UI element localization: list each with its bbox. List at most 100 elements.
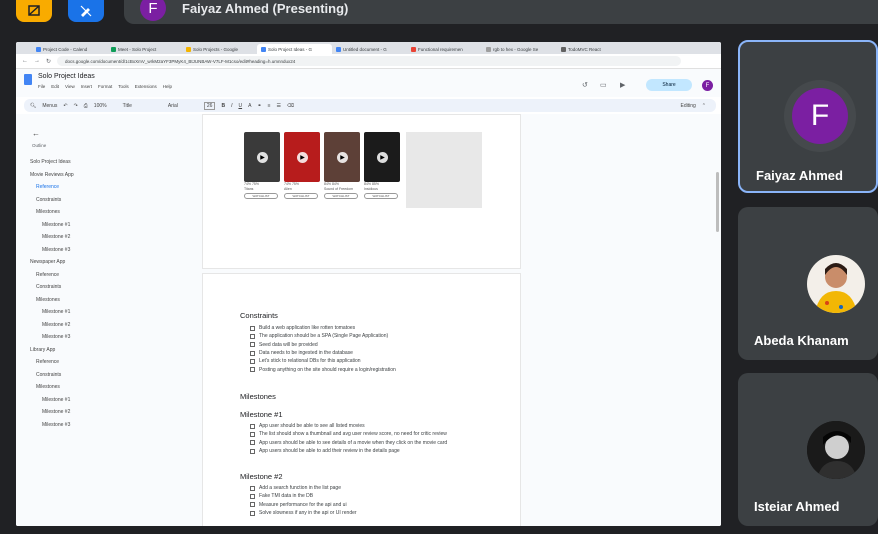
font-select[interactable]: Arial xyxy=(168,103,178,109)
history-icon[interactable]: ↺ xyxy=(582,81,588,89)
meet-video-icon[interactable]: ▶ xyxy=(620,81,625,89)
menu-help[interactable]: Help xyxy=(163,84,172,89)
participant-tile-isteiar[interactable]: Isteiar Ahmed xyxy=(738,373,878,526)
watchlist-button[interactable]: WATCHLIST xyxy=(364,193,398,199)
share-button[interactable]: Share xyxy=(646,79,692,91)
outline-item[interactable]: Milestone #2 xyxy=(26,319,196,332)
outline-item[interactable]: Milestone #2 xyxy=(26,406,196,419)
checkbox[interactable] xyxy=(250,423,255,429)
outline-item[interactable]: Library App xyxy=(26,344,196,357)
menu-insert[interactable]: Insert xyxy=(81,84,92,89)
doc-scrollbar[interactable] xyxy=(716,172,719,232)
reload-icon[interactable]: ↻ xyxy=(46,58,51,65)
raise-hand-button[interactable] xyxy=(16,0,52,22)
browser-tab[interactable]: TodoMVC React xyxy=(557,44,632,54)
checkbox[interactable] xyxy=(250,350,255,356)
outline-item[interactable]: Milestone #3 xyxy=(26,331,196,344)
annotate-button[interactable] xyxy=(68,0,104,22)
style-select[interactable]: Title xyxy=(123,103,132,109)
outline-item[interactable]: Milestones xyxy=(26,294,196,307)
checkbox[interactable] xyxy=(250,493,255,499)
movie-card[interactable]: ▶ 84% 84% Sound of Freedom WATCHLIST xyxy=(324,132,360,199)
checkbox[interactable] xyxy=(250,448,255,454)
checkbox[interactable] xyxy=(250,440,255,446)
outline-item[interactable]: Reference xyxy=(26,181,196,194)
watchlist-button[interactable]: WATCHLIST xyxy=(324,193,358,199)
zoom-select[interactable]: 100% xyxy=(94,103,107,109)
menu-view[interactable]: View xyxy=(65,84,75,89)
list-icon[interactable]: ☰ xyxy=(277,103,281,109)
checkbox[interactable] xyxy=(250,333,255,339)
participant-tile-abeda[interactable]: Abeda Khanam xyxy=(738,207,878,360)
movie-card[interactable]: ▶ 74% 75% Titans WATCHLIST xyxy=(244,132,280,199)
outline-item[interactable]: Milestone #1 xyxy=(26,394,196,407)
align-icon[interactable]: ≡ xyxy=(268,103,271,109)
back-icon[interactable]: ← xyxy=(22,58,28,64)
user-avatar[interactable]: F xyxy=(702,80,713,91)
browser-tab[interactable]: Functional requiremen xyxy=(407,44,482,54)
redo-icon[interactable]: ↷ xyxy=(74,103,78,109)
outline-item[interactable]: Milestone #2 xyxy=(26,231,196,244)
font-size-field[interactable]: 26 xyxy=(203,101,216,110)
bold-icon[interactable]: B xyxy=(221,103,225,109)
underline-icon[interactable]: U xyxy=(238,103,242,109)
outline-item[interactable]: Milestones xyxy=(26,206,196,219)
movie-card[interactable]: ▶ 74% 75% Alien WATCHLIST xyxy=(284,132,320,199)
checkbox[interactable] xyxy=(250,431,255,437)
play-icon[interactable]: ▶ xyxy=(377,152,388,163)
browser-tab[interactable]: Meet - Solo Project xyxy=(107,44,182,54)
doc-title[interactable]: Solo Project Ideas xyxy=(38,73,95,80)
docs-logo-icon[interactable] xyxy=(24,74,32,85)
browser-tab[interactable]: Project Code - Calend xyxy=(32,44,107,54)
text-color-icon[interactable]: A xyxy=(248,103,251,109)
editing-mode-select[interactable]: Editing xyxy=(681,103,696,109)
browser-tab[interactable]: rgb to hex - Google Se xyxy=(482,44,557,54)
play-icon[interactable]: ▶ xyxy=(257,152,268,163)
link-icon[interactable]: ⚭ xyxy=(257,103,261,109)
checkbox[interactable] xyxy=(250,325,255,331)
browser-tab[interactable]: Solo Project Ideas - G xyxy=(257,44,332,54)
movie-card[interactable]: ▶ 84% 85% Insidious WATCHLIST xyxy=(364,132,400,199)
outline-item[interactable]: Milestone #3 xyxy=(26,419,196,432)
outline-item[interactable]: Milestone #1 xyxy=(26,306,196,319)
watchlist-button[interactable]: WATCHLIST xyxy=(284,193,318,199)
outline-item[interactable]: Constraints xyxy=(26,194,196,207)
outline-item[interactable]: Milestone #3 xyxy=(26,244,196,257)
search-menus-field[interactable]: Menus xyxy=(42,103,57,109)
italic-icon[interactable]: I xyxy=(231,103,232,109)
outline-item[interactable]: Reference xyxy=(26,269,196,282)
outline-item[interactable]: Movie Reviews App xyxy=(26,169,196,182)
print-icon[interactable]: ⎙ xyxy=(84,103,88,109)
outline-item[interactable]: Reference xyxy=(26,356,196,369)
outline-item[interactable]: Newspaper App xyxy=(26,256,196,269)
browser-tab[interactable]: Solo Projects - Google xyxy=(182,44,257,54)
checkbox[interactable] xyxy=(250,502,255,508)
outline-item[interactable]: Milestone #1 xyxy=(26,219,196,232)
url-field[interactable]: docs.google.com/document/d/1cBxXmV_wrkM2… xyxy=(57,56,681,66)
comment-icon[interactable]: ▭ xyxy=(600,81,607,89)
search-menus-icon[interactable]: 🔍︎ xyxy=(30,103,36,109)
menu-edit[interactable]: Edit xyxy=(51,84,59,89)
participant-tile-faiyaz[interactable]: F Faiyaz Ahmed xyxy=(738,40,878,193)
forward-icon[interactable]: → xyxy=(34,58,40,64)
clear-format-icon[interactable]: ⌫ xyxy=(287,103,294,109)
outline-item[interactable]: Milestones xyxy=(26,381,196,394)
browser-tab[interactable]: Untitled document - G xyxy=(332,44,407,54)
outline-item[interactable]: Constraints xyxy=(26,369,196,382)
checkbox[interactable] xyxy=(250,342,255,348)
outline-back-icon[interactable]: ← xyxy=(32,129,40,138)
checkbox[interactable] xyxy=(250,510,255,516)
collapse-icon[interactable]: ⌃ xyxy=(702,103,706,109)
menu-file[interactable]: File xyxy=(38,84,45,89)
checkbox[interactable] xyxy=(250,367,255,373)
outline-item[interactable]: Constraints xyxy=(26,281,196,294)
menu-extensions[interactable]: Extensions xyxy=(135,84,157,89)
watchlist-button[interactable]: WATCHLIST xyxy=(244,193,278,199)
undo-icon[interactable]: ↶ xyxy=(63,103,67,109)
checkbox[interactable] xyxy=(250,485,255,491)
menu-format[interactable]: Format xyxy=(98,84,112,89)
menu-tools[interactable]: Tools xyxy=(118,84,129,89)
outline-item[interactable]: Solo Project Ideas xyxy=(26,156,196,169)
play-icon[interactable]: ▶ xyxy=(297,152,308,163)
checkbox[interactable] xyxy=(250,358,255,364)
